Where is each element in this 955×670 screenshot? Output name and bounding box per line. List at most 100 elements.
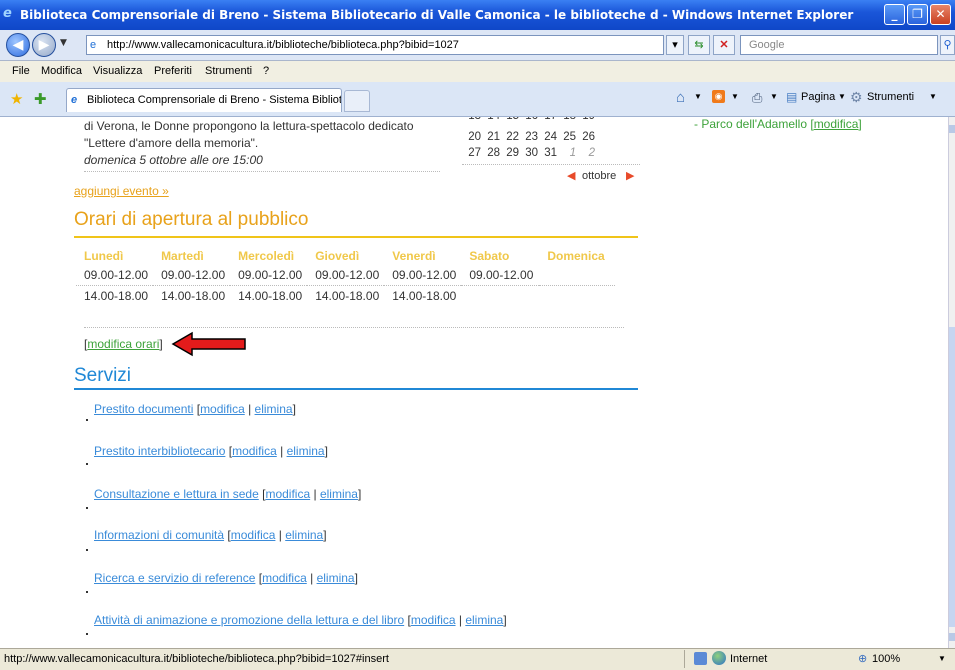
page-dropdown-icon[interactable]: ▼ [838, 92, 846, 101]
servizio-link[interactable]: Attività di animazione e promozione dell… [94, 613, 404, 627]
add-favorite-icon[interactable]: ✚ [34, 90, 47, 108]
scroll-thumb[interactable] [949, 327, 955, 627]
forward-button[interactable]: ▶ [32, 33, 56, 57]
servizio-edit-link[interactable]: modifica [232, 444, 277, 458]
close-button[interactable]: ✕ [930, 4, 951, 25]
back-button[interactable]: ◀ [6, 33, 30, 57]
print-dropdown-icon[interactable]: ▼ [770, 92, 778, 101]
page-menu-icon[interactable]: ▤ [786, 90, 797, 104]
servizio-delete-link[interactable]: elimina [317, 571, 355, 585]
servizio-delete-link[interactable]: elimina [320, 487, 358, 501]
calendar-day[interactable]: 19 [576, 117, 595, 122]
hours-cell: 14.00-18.00 [161, 289, 226, 303]
servizio-delete-link[interactable]: elimina [465, 613, 503, 627]
page-menu[interactable]: Pagina [801, 91, 835, 103]
search-input[interactable]: Google [740, 35, 938, 55]
servizio-link[interactable]: Informazioni di comunità [94, 528, 224, 542]
zoom-dropdown-icon[interactable]: ▼ [938, 654, 946, 663]
calendar-day[interactable]: 1 [557, 147, 576, 159]
tools-menu[interactable]: Strumenti [867, 91, 914, 103]
calendar-day[interactable]: 28 [481, 147, 500, 159]
menu-strumenti[interactable]: Strumenti [205, 65, 252, 77]
address-dropdown-icon[interactable]: ▾ [666, 35, 684, 55]
tab-biblioteca[interactable]: e Biblioteca Comprensoriale di Breno - S… [66, 88, 342, 112]
zoom-icon[interactable]: ⊕ [858, 652, 867, 665]
calendar-divider [462, 164, 640, 165]
menu-visualizza[interactable]: Visualizza [93, 65, 142, 77]
calendar-day[interactable]: 22 [500, 131, 519, 143]
gear-icon[interactable]: ⚙ [850, 89, 863, 106]
feeds-icon[interactable]: ◉ [712, 90, 725, 103]
servizio-link[interactable]: Consultazione e lettura in sede [94, 487, 259, 501]
servizio-delete-link[interactable]: elimina [285, 528, 323, 542]
calendar-day[interactable]: 29 [500, 147, 519, 159]
globe-icon [712, 651, 726, 665]
maximize-button[interactable]: ❐ [907, 4, 928, 25]
status-url: http://www.vallecamonicacultura.it/bibli… [4, 653, 389, 665]
calendar-day[interactable]: 20 [462, 131, 481, 143]
scroll-up-icon[interactable] [949, 125, 955, 133]
address-bar[interactable]: e http://www.vallecamonicacultura.it/bib… [86, 35, 664, 55]
servizio-edit-link[interactable]: modifica [231, 528, 276, 542]
servizio-delete-link[interactable]: elimina [255, 402, 293, 416]
zoom-level[interactable]: 100% [872, 653, 900, 665]
calendar-day[interactable]: 2 [576, 147, 595, 159]
page-icon: e [71, 94, 78, 106]
print-icon[interactable]: ⎙ [752, 90, 762, 106]
servizio-edit-link[interactable]: modifica [262, 571, 307, 585]
menu-help[interactable]: ? [263, 65, 269, 77]
parco-edit-link[interactable]: modifica [814, 117, 859, 131]
calendar-day[interactable]: 15 [500, 117, 519, 122]
history-dropdown-icon[interactable]: ▼ [60, 38, 67, 48]
servizio-edit-link[interactable]: modifica [200, 402, 245, 416]
prev-month-arrow-icon[interactable]: ◀ [567, 169, 575, 182]
servizio-link[interactable]: Prestito documenti [94, 402, 193, 416]
menu-preferiti[interactable]: Preferiti [154, 65, 192, 77]
next-month-arrow-icon[interactable]: ▶ [626, 169, 634, 182]
home-dropdown-icon[interactable]: ▼ [694, 92, 702, 101]
minimize-button[interactable]: _ [884, 4, 905, 25]
hours-cell [539, 286, 614, 307]
scroll-down-icon[interactable] [949, 633, 955, 641]
calendar-day[interactable]: 17 [538, 117, 557, 122]
feeds-dropdown-icon[interactable]: ▼ [731, 92, 739, 101]
window-title: Biblioteca Comprensoriale di Breno - Sis… [20, 8, 854, 22]
calendar-day[interactable]: 26 [576, 131, 595, 143]
orari-divider [84, 327, 624, 328]
calendar-day[interactable]: 24 [538, 131, 557, 143]
protected-mode-icon[interactable] [694, 652, 707, 665]
calendar-day[interactable]: 30 [519, 147, 538, 159]
servizio-delete-link[interactable]: elimina [287, 444, 325, 458]
tools-dropdown-icon[interactable]: ▼ [929, 92, 937, 101]
calendar-day[interactable]: 27 [462, 147, 481, 159]
calendar-day[interactable]: 31 [538, 147, 557, 159]
modifica-orari-link[interactable]: modifica orari [87, 337, 159, 351]
calendar-day[interactable]: 23 [519, 131, 538, 143]
calendar-day[interactable]: 16 [519, 117, 538, 122]
calendar-day[interactable]: 25 [557, 131, 576, 143]
servizi-heading: Servizi [74, 365, 132, 386]
calendar-day[interactable]: 21 [481, 131, 500, 143]
security-zone: Internet [730, 653, 768, 665]
search-icon[interactable]: ⚲ [940, 35, 955, 55]
parco-adamello-link[interactable]: - Parco dell'Adamello [modifica] [694, 117, 862, 131]
menu-file[interactable]: File [12, 65, 30, 77]
add-event-link[interactable]: aggiungi evento » [74, 184, 169, 198]
calendar-day[interactable]: 13 [462, 117, 481, 122]
day-header: Martedì [161, 249, 204, 263]
menu-modifica[interactable]: Modifica [41, 65, 82, 77]
refresh-icon[interactable]: ⇆ [688, 35, 710, 55]
servizio-edit-link[interactable]: modifica [411, 613, 456, 627]
home-icon[interactable]: ⌂ [676, 89, 685, 106]
calendar-day[interactable]: 14 [481, 117, 500, 122]
new-tab-button[interactable] [344, 90, 370, 112]
favorites-star-icon[interactable]: ★ [10, 90, 23, 108]
servizio-edit-link[interactable]: modifica [265, 487, 310, 501]
stop-icon[interactable]: ✕ [713, 35, 735, 55]
vertical-scrollbar[interactable] [948, 117, 955, 648]
servizio-link[interactable]: Ricerca e servizio di reference [94, 571, 255, 585]
servizio-link[interactable]: Prestito interbibliotecario [94, 444, 225, 458]
list-bullet [86, 419, 88, 421]
calendar-day[interactable]: 18 [557, 117, 576, 122]
day-header: Giovedì [315, 249, 360, 263]
